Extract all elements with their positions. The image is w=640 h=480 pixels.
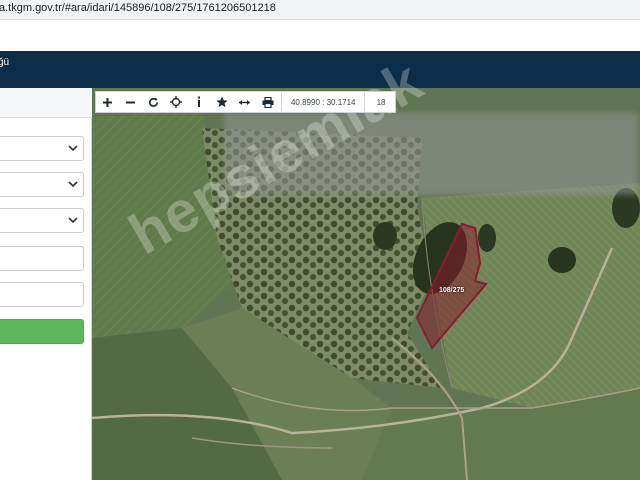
district-select[interactable] [0,172,84,197]
crosshair-icon [170,96,183,108]
print-icon [262,96,274,108]
zoom-out-button[interactable] [119,92,142,112]
search-button[interactable] [0,319,84,344]
chevron-down-icon [68,181,78,188]
locate-button[interactable] [165,92,188,112]
info-icon [198,96,201,107]
app-header: ğü [0,51,640,88]
toolbar-divider [281,93,283,111]
plus-icon [102,97,112,107]
parcel-number-input[interactable] [0,282,84,307]
refresh-button[interactable] [142,92,165,112]
chevron-down-icon [68,145,78,152]
star-icon [216,96,228,108]
info-button[interactable] [188,92,211,112]
neighborhood-select[interactable] [0,208,84,233]
url-text[interactable]: a.tkgm.gov.tr/#ara/idari/145896/108/275/… [0,2,276,14]
block-number-input[interactable] [0,246,84,271]
print-button[interactable] [256,92,279,112]
province-select[interactable] [0,136,84,161]
chevron-down-icon [68,217,78,224]
map-toolbar: 40.8990 : 30.1714 18 [95,91,396,113]
parcel-label: 108/275 [439,287,465,294]
ruler-icon [239,99,251,105]
minus-icon [125,101,135,103]
zoom-level-readout: 18 [376,97,386,107]
browser-url-bar[interactable]: a.tkgm.gov.tr/#ara/idari/145896/108/275/… [0,0,640,20]
app-title: ğü [0,57,10,68]
toolbar-divider [364,93,366,111]
page-top-spacer [0,20,640,51]
coordinate-readout: 40.8990 : 30.1714 [290,97,356,107]
search-panel [0,88,92,480]
favorite-button[interactable] [211,92,234,112]
screen: a.tkgm.gov.tr/#ara/idari/145896/108/275/… [0,0,640,480]
measure-button[interactable] [234,92,257,112]
zoom-in-button[interactable] [96,92,119,112]
search-panel-header [0,88,92,118]
refresh-icon [148,96,158,107]
